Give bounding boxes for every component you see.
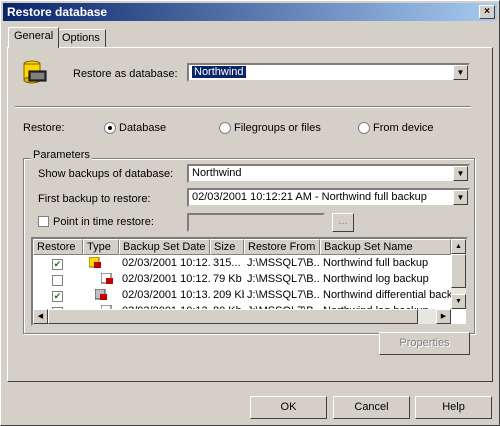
row-restore-checkbox[interactable]: ✔ <box>52 259 63 270</box>
show-backups-value: Northwind <box>192 167 242 179</box>
horizontal-scroll-thumb[interactable] <box>48 309 418 324</box>
scroll-right-icon[interactable]: ▶ <box>436 309 451 324</box>
row-restore-from: J:\MSSQL7\B... <box>247 273 320 285</box>
vertical-scrollbar[interactable]: ▲ ▼ <box>451 239 466 309</box>
first-backup-label: First backup to restore: <box>38 193 151 205</box>
title-bar: Restore database × <box>3 3 497 21</box>
ok-button[interactable]: OK <box>250 396 327 419</box>
backup-sets-table[interactable]: Restore Type Backup Set Date Size Restor… <box>31 237 468 326</box>
chevron-down-icon[interactable]: ▼ <box>453 166 468 181</box>
scroll-down-icon[interactable]: ▼ <box>451 294 466 309</box>
parameters-label: Parameters <box>31 149 92 161</box>
chevron-down-icon[interactable]: ▼ <box>453 65 468 80</box>
row-restore-checkbox[interactable]: ✔ <box>52 291 63 302</box>
column-header-size[interactable]: Size <box>210 239 244 255</box>
restore-as-label: Restore as database: <box>73 68 178 80</box>
radio-filegroups-label: Filegroups or files <box>234 122 321 134</box>
show-backups-combo[interactable]: Northwind ▼ <box>187 164 470 183</box>
row-date: 02/03/2001 10:12... <box>122 273 210 285</box>
row-date: 02/03/2001 10:12... <box>122 257 210 269</box>
differential-backup-icon <box>95 289 107 300</box>
radio-database-label: Database <box>119 122 167 134</box>
cancel-button[interactable]: Cancel <box>333 396 410 419</box>
window-title: Restore database <box>7 5 108 19</box>
log-backup-icon <box>101 273 113 284</box>
properties-button[interactable]: Properties <box>379 332 470 355</box>
row-date: 02/03/2001 10:13... <box>122 289 210 301</box>
column-header-backup-set-name[interactable]: Backup Set Name <box>320 239 451 255</box>
point-in-time-label: Point in time restore: <box>53 216 154 228</box>
restore-as-value: Northwind <box>192 66 246 78</box>
first-backup-value: 02/03/2001 10:12:21 AM - Northwind full … <box>192 191 427 203</box>
point-in-time-checkbox[interactable] <box>38 216 49 227</box>
column-header-date[interactable]: Backup Set Date <box>119 239 210 255</box>
first-backup-combo[interactable]: 02/03/2001 10:12:21 AM - Northwind full … <box>187 188 470 207</box>
row-backup-set-name: Northwind log backup <box>323 273 429 285</box>
chevron-down-icon[interactable]: ▼ <box>453 190 468 205</box>
row-restore-checkbox[interactable] <box>52 275 63 286</box>
restore-label: Restore: <box>23 122 65 134</box>
vertical-scroll-thumb[interactable] <box>451 254 466 288</box>
restore-as-database-combo[interactable]: Northwind ▼ <box>187 63 470 82</box>
column-header-type[interactable]: Type <box>83 239 119 255</box>
restore-database-dialog: Restore database × General Options Resto… <box>0 0 500 426</box>
tab-general[interactable]: General <box>8 27 60 48</box>
radio-database[interactable] <box>104 122 116 134</box>
row-backup-set-name: Northwind full backup <box>323 257 429 269</box>
row-size: 79 Kb <box>213 273 242 285</box>
database-icon <box>23 60 47 84</box>
divider <box>15 106 471 108</box>
point-in-time-browse-button[interactable]: ... <box>332 213 354 232</box>
column-header-restore[interactable]: Restore <box>33 239 83 255</box>
row-size: 315... <box>213 257 241 269</box>
help-button[interactable]: Help <box>415 396 492 419</box>
row-restore-from: J:\MSSQL7\B... <box>247 289 320 301</box>
point-in-time-input[interactable] <box>187 213 325 232</box>
row-size: 209 Kb <box>213 289 244 301</box>
row-backup-set-name: Northwind differential backup <box>323 289 451 301</box>
scroll-up-icon[interactable]: ▲ <box>451 239 466 254</box>
scroll-left-icon[interactable]: ◀ <box>33 309 48 324</box>
close-icon[interactable]: × <box>479 5 495 19</box>
radio-from-device-label: From device <box>373 122 434 134</box>
full-backup-icon <box>89 257 101 268</box>
tab-options[interactable]: Options <box>56 29 106 48</box>
row-restore-from: J:\MSSQL7\B... <box>247 257 320 269</box>
radio-filegroups[interactable] <box>219 122 231 134</box>
column-header-restore-from[interactable]: Restore From <box>244 239 320 255</box>
show-backups-label: Show backups of database: <box>38 168 174 180</box>
radio-from-device[interactable] <box>358 122 370 134</box>
horizontal-scrollbar[interactable]: ◀ ▶ <box>33 309 451 324</box>
